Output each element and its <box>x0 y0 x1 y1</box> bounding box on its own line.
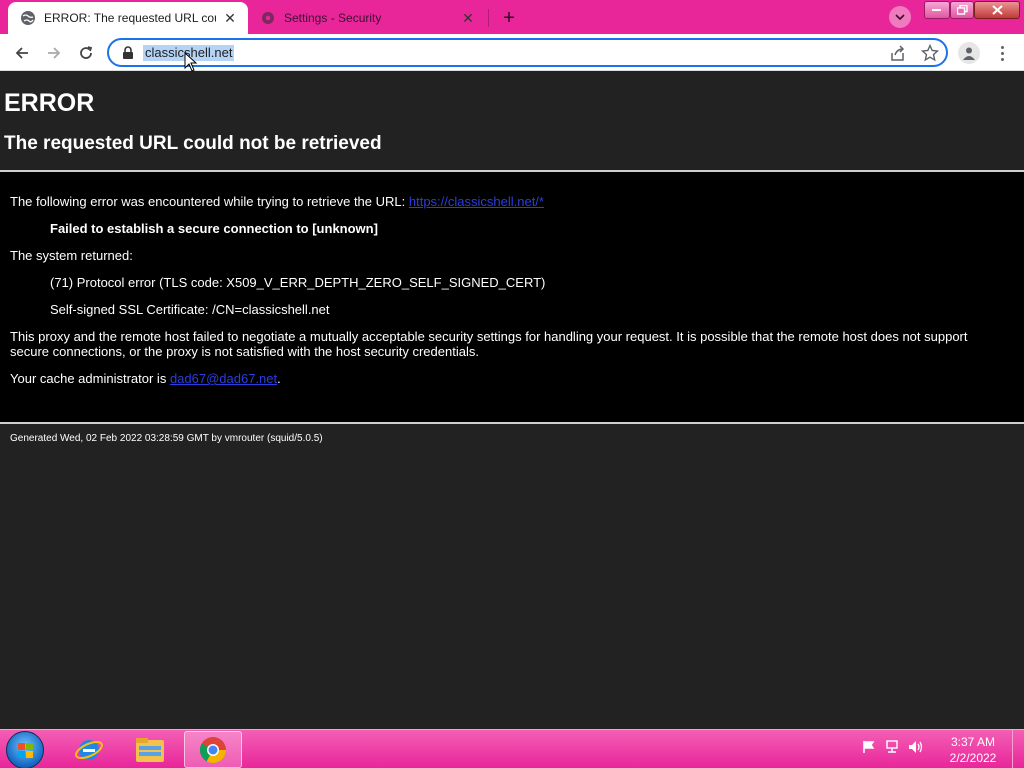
error-message: Failed to establish a secure connection … <box>50 221 378 236</box>
reload-button[interactable] <box>72 39 100 67</box>
error-details-box: The following error was encountered whil… <box>0 170 1024 424</box>
protocol-error-text: (71) Protocol error (TLS code: X509_V_ER… <box>50 275 546 290</box>
profile-avatar-icon[interactable] <box>958 42 980 64</box>
page-subtitle: The requested URL could not be retrieved <box>4 133 382 154</box>
window-close-button[interactable] <box>974 1 1020 19</box>
action-center-flag-icon[interactable] <box>862 740 876 754</box>
windows-explorer-icon[interactable] <box>121 731 179 768</box>
start-button[interactable] <box>6 731 44 768</box>
windows-taskbar: 3:37 AM 2/2/2022 <box>0 729 1024 768</box>
admin-suffix: . <box>277 371 281 386</box>
windows-logo-icon <box>18 743 33 758</box>
certificate-text: Self-signed SSL Certificate: /CN=classic… <box>50 302 330 317</box>
menu-kebab-icon[interactable] <box>994 42 1010 64</box>
tab-error-page[interactable]: ERROR: The requested URL could not be re… <box>8 2 248 34</box>
back-button[interactable] <box>8 39 36 67</box>
clock-time: 3:37 AM <box>950 735 996 749</box>
system-returned-label: The system returned: <box>10 248 133 263</box>
reload-icon <box>80 46 93 59</box>
mouse-cursor-icon <box>184 52 198 72</box>
new-tab-button[interactable]: + <box>497 6 521 30</box>
lock-icon[interactable] <box>121 46 135 60</box>
requested-url-link[interactable]: https://classicshell.net/* <box>409 194 544 209</box>
close-tab-icon[interactable]: ✕ <box>222 10 238 26</box>
arrow-left-icon <box>15 47 28 59</box>
tab-settings-security[interactable]: Settings - Security ✕ <box>250 2 486 34</box>
explanation-paragraph: This proxy and the remote host failed to… <box>10 329 968 359</box>
tab-search-button[interactable] <box>889 6 911 28</box>
admin-paragraph: Your cache administrator is dad67@dad67.… <box>10 371 1010 386</box>
restore-button[interactable] <box>950 1 974 19</box>
internet-explorer-icon[interactable] <box>60 731 118 768</box>
intro-text: The following error was encountered whil… <box>10 194 409 209</box>
clock-date: 2/2/2022 <box>949 751 997 765</box>
minimize-button[interactable] <box>924 1 950 19</box>
close-tab-icon[interactable]: ✕ <box>460 10 476 26</box>
taskbar-clock[interactable]: 3:37 AM 2/2/2022 <box>940 734 1006 766</box>
page-footer: Generated Wed, 02 Feb 2022 03:28:59 GMT … <box>10 433 323 444</box>
intro-paragraph: The following error was encountered whil… <box>10 194 1010 209</box>
browser-toolbar: classicshell.net <box>0 34 1024 71</box>
gear-icon <box>260 10 276 26</box>
share-icon[interactable] <box>889 45 907 63</box>
show-desktop-button[interactable] <box>1012 730 1024 768</box>
admin-label: Your cache administrator is <box>10 371 170 386</box>
address-bar[interactable]: classicshell.net <box>107 38 948 67</box>
arrow-right-icon <box>48 47 61 59</box>
chrome-icon[interactable] <box>184 731 242 768</box>
page-title: ERROR <box>4 89 95 117</box>
bookmark-star-icon[interactable] <box>921 44 939 62</box>
tab-title: Settings - Security <box>284 11 382 25</box>
tab-divider <box>488 9 489 27</box>
page-content: ERROR The requested URL could not be ret… <box>0 71 1024 729</box>
tab-title: ERROR: The requested URL could not be re… <box>44 11 216 25</box>
system-tray <box>862 740 924 754</box>
browser-tab-strip: ERROR: The requested URL could not be re… <box>0 0 1024 34</box>
admin-email-link[interactable]: dad67@dad67.net <box>170 371 277 386</box>
volume-icon[interactable] <box>908 740 924 754</box>
globe-icon <box>20 10 36 26</box>
forward-button[interactable] <box>40 39 68 67</box>
network-icon[interactable] <box>884 740 900 754</box>
